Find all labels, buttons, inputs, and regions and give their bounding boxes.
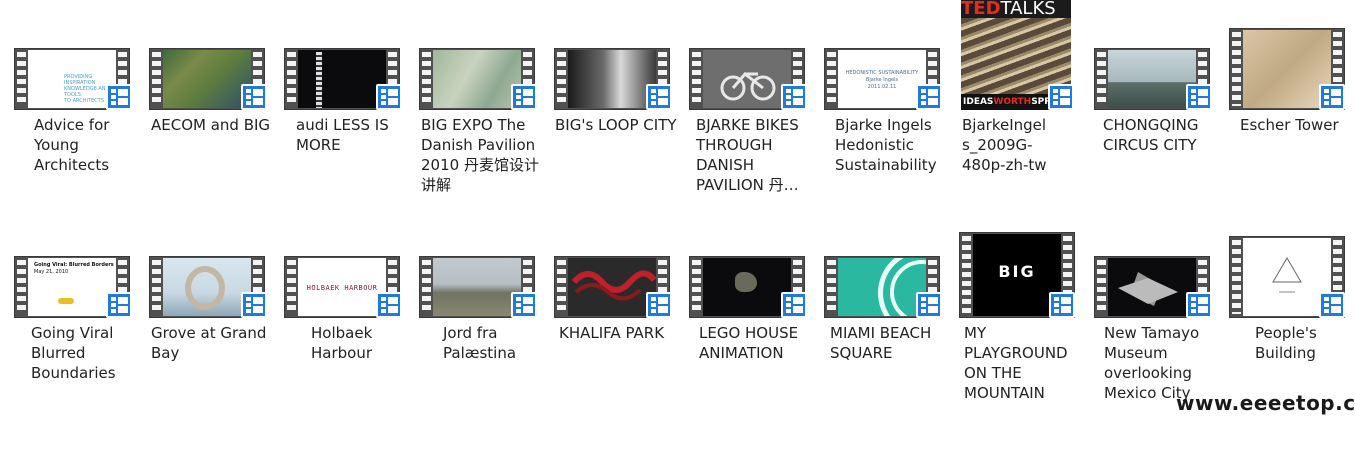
file-name[interactable]: LEGO HOUSE ANIMATION bbox=[699, 323, 809, 363]
video-file-icon bbox=[1186, 292, 1212, 318]
video-file-item[interactable]: MIAMI BEACH SQUARE bbox=[824, 256, 954, 456]
thumb-caption: Going Viral: Blurred Borders bbox=[34, 262, 114, 268]
thumb-caption: HEDONISTIC SUSTAINABILITY bbox=[845, 70, 919, 76]
video-file-icon bbox=[646, 292, 672, 318]
video-file-icon bbox=[376, 292, 402, 318]
thumb-caption: TED bbox=[961, 0, 1001, 19]
video-file-item[interactable]: BIG EXPO The Danish Pavilion 2010 丹麦馆设计讲… bbox=[419, 48, 549, 248]
video-file-item[interactable]: LEGO HOUSE ANIMATION bbox=[689, 256, 819, 456]
video-file-item[interactable]: KHALIFA PARK bbox=[554, 256, 684, 456]
video-file-item[interactable]: Grove at Grand Bay bbox=[149, 256, 279, 456]
video-file-icon bbox=[916, 84, 942, 110]
video-file-icon bbox=[511, 292, 537, 318]
thumb-caption: BIG bbox=[998, 262, 1036, 281]
video-file-item[interactable]: New Tamayo Museum overlooking Mexico Cit… bbox=[1094, 256, 1224, 456]
video-file-icon bbox=[916, 292, 942, 318]
video-file-icon bbox=[241, 84, 267, 110]
file-name[interactable]: Going Viral Blurred Boundaries bbox=[31, 323, 131, 383]
file-name[interactable]: People's Building bbox=[1255, 323, 1335, 363]
video-file-item[interactable]: Escher Tower bbox=[1229, 28, 1355, 228]
video-file-icon bbox=[1186, 84, 1212, 110]
file-name[interactable]: Holbaek Harbour bbox=[311, 323, 391, 363]
file-name[interactable]: Advice for Young Architects bbox=[34, 115, 134, 175]
file-name[interactable]: Bjarke Ingels Hedonistic Sustainability bbox=[835, 115, 945, 175]
video-file-icon bbox=[511, 84, 537, 110]
file-name[interactable]: CHONGQING CIRCUS CITY bbox=[1103, 115, 1213, 155]
thumb-caption: TALKS bbox=[1000, 0, 1056, 19]
thumb-caption: 2011.02.11 bbox=[867, 84, 897, 90]
file-name[interactable]: BJARKE BIKES THROUGH DANISH PAVILION 丹… bbox=[696, 115, 814, 195]
video-file-item[interactable]: Going Viral: Blurred Borders May 21, 201… bbox=[14, 256, 144, 456]
video-file-item[interactable]: AECOM and BIG bbox=[149, 48, 279, 248]
video-file-icon bbox=[781, 292, 807, 318]
file-name[interactable]: BIG's LOOP CITY bbox=[555, 115, 680, 135]
file-name[interactable]: Escher Tower bbox=[1240, 115, 1355, 135]
video-file-icon bbox=[1049, 292, 1075, 318]
file-name[interactable]: BjarkeIngels_2009G-480p-zh-tw bbox=[962, 115, 1052, 175]
thumb-caption: Bjarke Ingels bbox=[865, 77, 899, 83]
video-file-item[interactable]: CHONGQING CIRCUS CITY bbox=[1094, 48, 1224, 248]
thumb-caption: HOLBAEK HARBOUR bbox=[306, 284, 378, 292]
file-name[interactable]: AECOM and BIG bbox=[151, 115, 276, 135]
video-file-item[interactable]: HEDONISTIC SUSTAINABILITY Bjarke Ingels … bbox=[824, 48, 954, 248]
video-file-item[interactable]: TEDTALKS IDEASWORTHSPREADING BjarkeIngel… bbox=[959, 0, 1089, 200]
video-file-item[interactable]: BIG MY PLAYGROUND ON THE MOUNTAIN bbox=[959, 232, 1089, 432]
video-file-icon bbox=[781, 84, 807, 110]
video-file-item[interactable]: BJARKE BIKES THROUGH DANISH PAVILION 丹… bbox=[689, 48, 819, 248]
video-file-item[interactable]: PROVIDING INSPIRATION KNOWLEDGE AND TOOL… bbox=[14, 48, 144, 248]
video-file-item[interactable]: BIG's LOOP CITY bbox=[554, 48, 684, 248]
video-file-item[interactable]: HOLBAEK HARBOUR Holbaek Harbour bbox=[284, 256, 414, 456]
video-file-icon bbox=[1319, 292, 1345, 318]
video-file-icon bbox=[1319, 84, 1345, 110]
file-name[interactable]: MY PLAYGROUND ON THE MOUNTAIN bbox=[964, 323, 1079, 403]
video-file-icon bbox=[241, 292, 267, 318]
file-name[interactable]: Grove at Grand Bay bbox=[151, 323, 276, 363]
watermark: www.eeeetop.com bbox=[1176, 391, 1355, 415]
video-file-icon bbox=[376, 84, 402, 110]
file-name[interactable]: MIAMI BEACH SQUARE bbox=[830, 323, 940, 363]
thumb-caption: May 21, 2010 bbox=[34, 269, 69, 275]
video-file-icon bbox=[106, 84, 132, 110]
video-file-icon bbox=[646, 84, 672, 110]
thumb-caption: WORTH bbox=[993, 97, 1032, 107]
video-file-icon bbox=[106, 292, 132, 318]
video-file-item[interactable]: Jord fra Palæstina bbox=[419, 256, 549, 456]
file-name[interactable]: BIG EXPO The Danish Pavilion 2010 丹麦馆设计讲… bbox=[421, 115, 541, 195]
video-file-item[interactable]: audi LESS IS MORE bbox=[284, 48, 414, 248]
file-name[interactable]: audi LESS IS MORE bbox=[296, 115, 396, 155]
thumb-caption: IDEAS bbox=[963, 97, 994, 107]
video-file-icon bbox=[1048, 84, 1074, 110]
file-name[interactable]: KHALIFA PARK bbox=[559, 323, 684, 343]
file-name[interactable]: Jord fra Palæstina bbox=[443, 323, 533, 363]
